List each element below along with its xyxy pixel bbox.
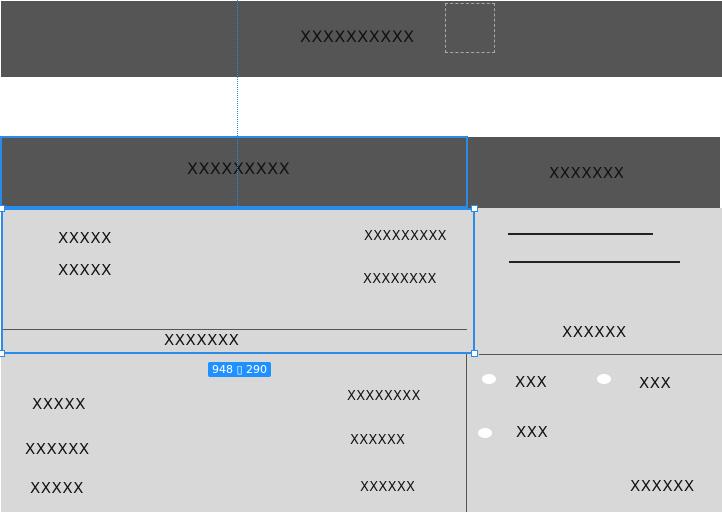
bottom-list-panel: XXXXX XXXXXXXX XXXXXX XXXXXX XXXXX XXXXX…: [1, 354, 467, 512]
right-card-line-2: [509, 261, 680, 263]
list-row2-left: XXXXXX: [25, 440, 90, 458]
selection-outline-header[interactable]: [0, 136, 468, 208]
top-header-bar: XXXXXXXXXX: [1, 1, 722, 77]
right-card-line-1: [508, 233, 653, 235]
options-left-border: [466, 354, 467, 512]
radio-option-3[interactable]: [478, 428, 492, 438]
options-footer-label: XXXXXX: [630, 477, 695, 495]
list-row1-right: XXXXXXXX: [347, 389, 421, 404]
radio-option-2-label: XXX: [639, 374, 672, 392]
header-title: XXXXXXXXXX: [300, 27, 415, 46]
options-top-border: [479, 354, 722, 355]
list-row3-left: XXXXX: [30, 479, 84, 497]
selection-size-badge: 948 ▯ 290: [208, 362, 272, 377]
list-row1-left: XXXXX: [32, 395, 86, 413]
radio-option-1-label: XXX: [515, 373, 548, 391]
list-row2-right: XXXXXX: [350, 433, 406, 448]
radio-option-3-label: XXX: [516, 423, 549, 441]
radio-option-1[interactable]: [482, 374, 496, 384]
header-placeholder-box[interactable]: [445, 3, 495, 53]
right-card-panel: XXXXXX: [475, 208, 722, 354]
selection-outline-content[interactable]: [1, 208, 475, 354]
radio-option-2[interactable]: [597, 374, 611, 384]
resize-handle-top-right[interactable]: [471, 205, 478, 212]
list-row3-right: XXXXXX: [360, 480, 416, 495]
resize-handle-top-left[interactable]: [0, 205, 5, 212]
options-panel: XXX XXX XXX XXXXXX: [466, 354, 722, 512]
right-panel-header: XXXXXXX: [468, 137, 720, 208]
resize-handle-bottom-right[interactable]: [471, 350, 478, 357]
right-card-label: XXXXXX: [562, 323, 627, 341]
right-panel-header-title: XXXXXXX: [549, 164, 625, 182]
resize-handle-bottom-left[interactable]: [0, 350, 5, 357]
